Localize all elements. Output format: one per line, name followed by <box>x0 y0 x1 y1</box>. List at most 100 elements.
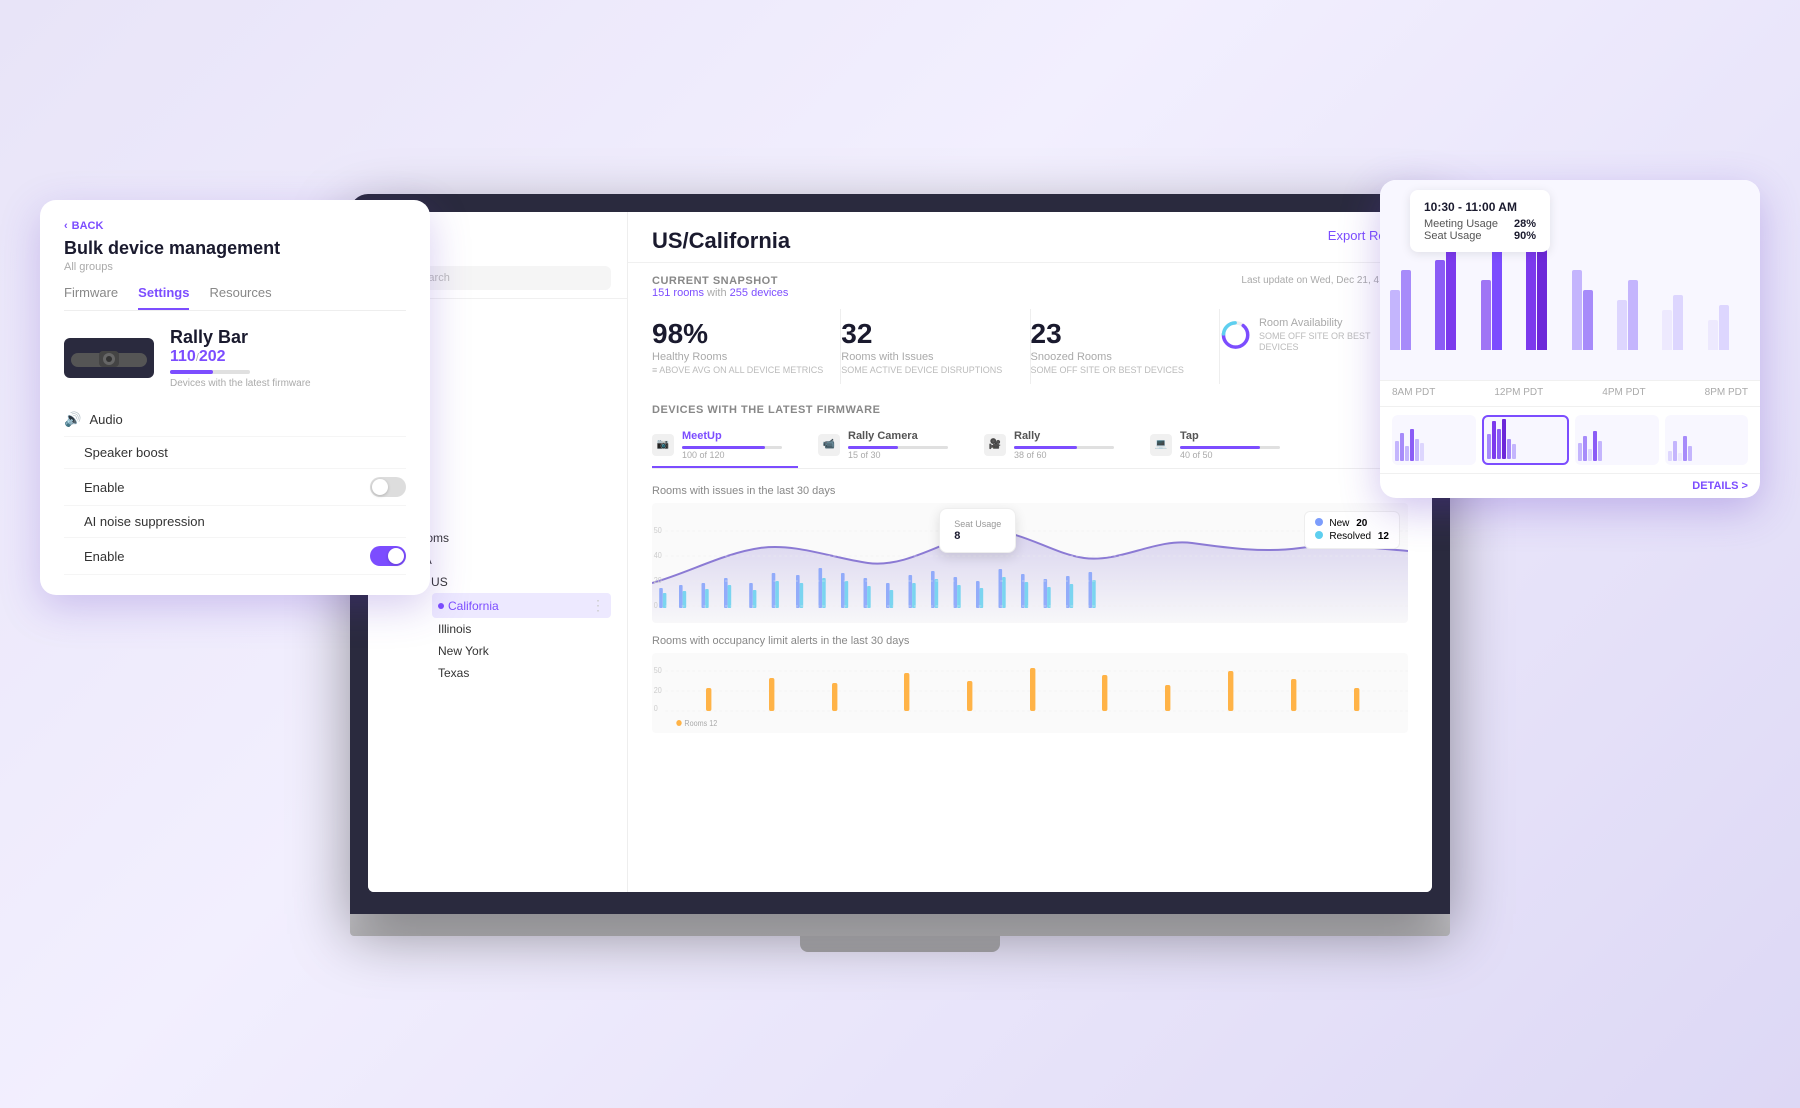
seat-usage-tooltip: Seat Usage 8 <box>939 508 1016 553</box>
mini-chart-2[interactable] <box>1482 415 1570 465</box>
bar-group-8 <box>1708 305 1750 350</box>
device-count: 110/202 <box>170 348 311 366</box>
mini-chart-3[interactable] <box>1575 415 1659 465</box>
tooltip-time: 10:30 - 11:00 AM <box>1424 200 1536 214</box>
svg-text:20: 20 <box>654 575 662 584</box>
bulk-tab-firmware[interactable]: Firmware <box>64 285 118 310</box>
bar-group-6 <box>1617 280 1659 350</box>
device-progress-fill <box>170 370 213 374</box>
ai-noise-label: AI noise suppression <box>64 514 205 529</box>
mini-chart-4[interactable] <box>1665 415 1749 465</box>
ai-noise-toggle[interactable] <box>370 546 406 566</box>
setting-speaker-boost: Speaker boost <box>64 437 406 469</box>
firmware-section-title: Devices with the latest firmware <box>652 404 1408 416</box>
meetup-icon: 📷 <box>652 434 674 456</box>
issues-chart-area: 50 40 20 0 <box>652 503 1408 623</box>
analytics-chart-area: 10:30 - 11:00 AM Meeting Usage 28% Seat … <box>1380 180 1760 380</box>
bar-group-1 <box>1390 270 1432 350</box>
bar <box>1719 305 1729 350</box>
legend-new: New <box>1329 518 1349 529</box>
svg-text:0: 0 <box>654 703 658 712</box>
speaker-boost-label: Speaker boost <box>64 445 168 460</box>
main-content: US/California Export Report Current Snap… <box>628 212 1432 892</box>
details-link[interactable]: DETAILS > <box>1380 473 1760 498</box>
metrics-row: 98% Healthy Rooms ≡ ABOVE AVG ON ALL DEV… <box>652 309 1408 384</box>
analytics-card: 10:30 - 11:00 AM Meeting Usage 28% Seat … <box>1380 180 1760 498</box>
bar <box>1583 290 1593 350</box>
tree-texas[interactable]: Texas <box>432 662 611 684</box>
charts-section: Rooms with issues in the last 30 days <box>628 477 1432 892</box>
us-label: US <box>431 575 448 589</box>
ai-noise-toggle-knob <box>388 548 404 564</box>
snoozed-value: 23 <box>1031 317 1203 351</box>
seat-usage-val: 90% <box>1514 230 1536 242</box>
availability-label: Room Availability <box>1259 317 1392 329</box>
speaker-boost-toggle[interactable] <box>370 477 406 497</box>
settings-list: 🔊 Audio Speaker boost Enable AI noise su… <box>64 403 406 575</box>
svg-text:40: 40 <box>654 550 662 559</box>
bar-group-5 <box>1572 270 1614 350</box>
bulk-device-title: Bulk device management <box>64 238 406 259</box>
rooms-issues-value: 32 <box>841 317 1013 351</box>
illinois-label: Illinois <box>438 622 471 636</box>
bar <box>1481 280 1491 350</box>
fw-tab-tap[interactable]: 💻 Tap 40 of 50 <box>1150 424 1296 468</box>
main-header: US/California Export Report <box>628 212 1432 263</box>
bulk-tab-settings[interactable]: Settings <box>138 285 189 310</box>
issues-chart-title: Rooms with issues in the last 30 days <box>652 485 1408 497</box>
tree-new-york[interactable]: New York <box>432 640 611 662</box>
fw-tab-rally[interactable]: 🎥 Rally 38 of 60 <box>984 424 1130 468</box>
rally-camera-icon: 📹 <box>818 434 840 456</box>
fw-tab-meetup[interactable]: 📷 MeetUp 100 of 120 <box>652 424 798 468</box>
mini-chart-1[interactable] <box>1392 415 1476 465</box>
snapshot-title: Current Snapshot <box>652 275 788 287</box>
rally-icon: 🎥 <box>984 434 1006 456</box>
setting-audio: 🔊 Audio <box>64 403 406 437</box>
svg-text:0: 0 <box>654 600 658 609</box>
snapshot-subtitle: 151 rooms with 255 devices <box>652 287 788 299</box>
device-name: Rally Bar <box>170 327 311 348</box>
occupancy-chart-title: Rooms with occupancy limit alerts in the… <box>652 635 1408 647</box>
bar <box>1401 270 1411 350</box>
setting-enable-ai-noise: Enable <box>64 538 406 575</box>
rooms-issues-label: Rooms with Issues <box>841 351 1013 363</box>
time-8am: 8AM PDT <box>1392 387 1435 398</box>
tap-icon: 💻 <box>1150 434 1172 456</box>
bar <box>1708 320 1718 350</box>
issues-chart-container: Rooms with issues in the last 30 days <box>652 485 1408 623</box>
analytics-tooltip: 10:30 - 11:00 AM Meeting Usage 28% Seat … <box>1410 190 1550 252</box>
bar <box>1617 300 1627 350</box>
fw-tab-rally-camera[interactable]: 📹 Rally Camera 15 of 30 <box>818 424 964 468</box>
texas-label: Texas <box>438 666 469 680</box>
healthy-rooms-value: 98% <box>652 317 824 351</box>
snoozed-label: Snoozed Rooms <box>1031 351 1203 363</box>
bulk-back-button[interactable]: ‹ BACK <box>64 220 406 232</box>
bar <box>1628 280 1638 350</box>
tree-us[interactable]: ▾ US <box>416 571 611 593</box>
tree-illinois[interactable]: Illinois <box>432 618 611 640</box>
speaker-boost-toggle-knob <box>372 479 388 495</box>
bulk-tab-resources[interactable]: Resources <box>209 285 271 310</box>
occupancy-chart-area: 50 20 0 <box>652 653 1408 733</box>
analytics-time-labels: 8AM PDT 12PM PDT 4PM PDT 8PM PDT <box>1380 380 1760 406</box>
california-label: California <box>448 599 499 613</box>
metric-healthy-rooms: 98% Healthy Rooms ≡ ABOVE AVG ON ALL DEV… <box>652 309 841 384</box>
bulk-device-tabs: Firmware Settings Resources <box>64 285 406 311</box>
occupancy-chart-container: Rooms with occupancy limit alerts in the… <box>652 635 1408 733</box>
svg-text:50: 50 <box>654 525 662 534</box>
enable-ai-noise-label: Enable <box>64 549 124 564</box>
bar <box>1492 250 1502 350</box>
setting-ai-noise: AI noise suppression <box>64 506 406 538</box>
bulk-device-subtitle: All groups <box>64 261 406 273</box>
availability-donut <box>1220 317 1251 353</box>
bar <box>1662 310 1672 350</box>
time-8pm: 8PM PDT <box>1705 387 1748 398</box>
device-fw-label: Devices with the latest firmware <box>170 378 311 389</box>
snapshot-section: Current Snapshot 151 rooms with 255 devi… <box>628 263 1432 404</box>
laptop-base <box>350 914 1450 936</box>
tree-ca[interactable]: ▾ CA <box>400 549 611 571</box>
firmware-tabs: 📷 MeetUp 100 of 120 📹 Rally <box>652 424 1408 469</box>
tree-california[interactable]: California ⋮ <box>432 593 611 618</box>
time-4pm: 4PM PDT <box>1602 387 1645 398</box>
new-resolved-legend: New 20 Resolved 12 <box>1304 511 1400 549</box>
